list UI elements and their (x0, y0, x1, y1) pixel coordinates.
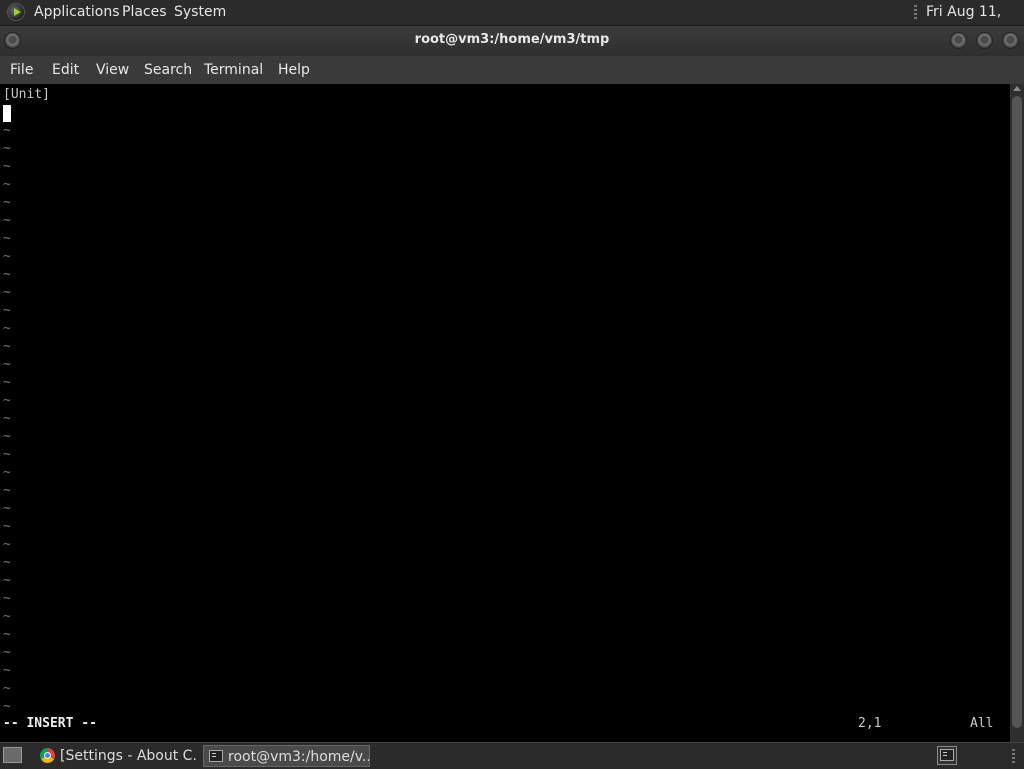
empty-line-marker: ~ (3, 375, 11, 390)
menu-terminal[interactable]: Terminal (204, 56, 263, 84)
terminal-menubar: File Edit View Search Terminal Help (0, 56, 1024, 84)
chrome-icon (40, 748, 55, 763)
empty-line-marker: ~ (3, 555, 11, 570)
empty-line-marker: ~ (3, 177, 11, 192)
terminal-scrollbar[interactable] (1010, 84, 1024, 742)
maximize-button[interactable] (976, 32, 993, 49)
empty-line-marker: ~ (3, 123, 11, 138)
menu-file[interactable]: File (10, 56, 33, 84)
window-menu-button[interactable] (4, 32, 21, 49)
empty-line-marker: ~ (3, 645, 11, 660)
empty-line-marker: ~ (3, 429, 11, 444)
empty-line-marker: ~ (3, 411, 11, 426)
terminal-icon (209, 750, 223, 762)
cursor-position: 2,1 (858, 716, 882, 731)
empty-line-marker: ~ (3, 609, 11, 624)
menu-edit[interactable]: Edit (52, 56, 79, 84)
empty-line-marker: ~ (3, 339, 11, 354)
empty-line-marker: ~ (3, 519, 11, 534)
empty-line-marker: ~ (3, 501, 11, 516)
empty-line-marker: ~ (3, 213, 11, 228)
menu-search[interactable]: Search (144, 56, 192, 84)
tray-terminal-launcher[interactable] (937, 746, 957, 765)
empty-line-marker: ~ (3, 483, 11, 498)
empty-line-marker: ~ (3, 357, 11, 372)
empty-line-marker: ~ (3, 663, 11, 678)
empty-line-marker: ~ (3, 447, 11, 462)
applications-menu[interactable]: Applications (34, 0, 120, 25)
empty-line-marker: ~ (3, 393, 11, 408)
show-desktop-icon[interactable] (3, 747, 22, 763)
empty-line-marker: ~ (3, 627, 11, 642)
window-titlebar[interactable]: root@vm3:/home/vm3/tmp (0, 26, 1024, 56)
empty-line-marker: ~ (3, 249, 11, 264)
task-settings-window[interactable]: [Settings - About C... (36, 745, 198, 767)
vim-buffer: [Unit] ~ ~ ~ ~ ~ ~ ~ ~ ~ ~ ~ ~ ~ ~ ~ ~ ~ ~ ~ ~ ~ ~ ~ ~ ~ ~ ~ ~ ~ ~ ~ ~ ~ (3, 86, 50, 716)
empty-line-marker: ~ (3, 267, 11, 282)
close-button[interactable] (1002, 32, 1019, 49)
window-title: root@vm3:/home/vm3/tmp (414, 32, 610, 47)
empty-line-marker: ~ (3, 537, 11, 552)
scroll-percent: All (970, 716, 994, 731)
clock[interactable]: Fri Aug 11, 14:52 (926, 0, 1024, 45)
panel-separator (914, 5, 917, 20)
buffer-line: [Unit] (3, 87, 50, 102)
terminal-icon (940, 749, 954, 761)
menu-help[interactable]: Help (278, 56, 310, 84)
vim-mode-indicator: -- INSERT -- (3, 716, 97, 731)
empty-line-marker: ~ (3, 573, 11, 588)
empty-line-marker: ~ (3, 303, 11, 318)
terminal-area[interactable]: [Unit] ~ ~ ~ ~ ~ ~ ~ ~ ~ ~ ~ ~ ~ ~ ~ ~ ~ ~ ~ ~ ~ ~ ~ ~ ~ ~ ~ ~ ~ ~ ~ ~ ~… (0, 84, 1010, 742)
empty-line-marker: ~ (3, 159, 11, 174)
buffer-line-cursor (3, 104, 50, 122)
menu-view[interactable]: View (96, 56, 129, 84)
empty-line-marker: ~ (3, 141, 11, 156)
scrollbar-thumb[interactable] (1012, 96, 1022, 728)
task-label: [Settings - About C... (60, 748, 198, 764)
places-menu[interactable]: Places (122, 0, 167, 25)
task-terminal-window[interactable]: root@vm3:/home/v... (203, 745, 370, 767)
empty-line-marker: ~ (3, 321, 11, 336)
empty-line-marker: ~ (3, 465, 11, 480)
text-cursor (3, 105, 11, 122)
system-menu[interactable]: System (174, 0, 226, 25)
scroll-up-arrow-icon[interactable] (1013, 86, 1021, 91)
panel-separator (1012, 749, 1015, 764)
empty-line-marker: ~ (3, 195, 11, 210)
empty-line-marker: ~ (3, 231, 11, 246)
bottom-taskbar: [Settings - About C... root@vm3:/home/v.… (0, 742, 1024, 769)
empty-line-marker: ~ (3, 681, 11, 696)
task-label: root@vm3:/home/v... (228, 749, 370, 765)
empty-line-marker: ~ (3, 699, 11, 714)
empty-line-marker: ~ (3, 591, 11, 606)
empty-line-marker: ~ (3, 285, 11, 300)
top-panel: Applications Places System Fri Aug 11, 1… (0, 0, 1024, 45)
applications-menu-icon[interactable] (7, 3, 25, 21)
vim-status-line: -- INSERT -- 2,1 All (0, 715, 1010, 733)
minimize-button[interactable] (950, 32, 967, 49)
